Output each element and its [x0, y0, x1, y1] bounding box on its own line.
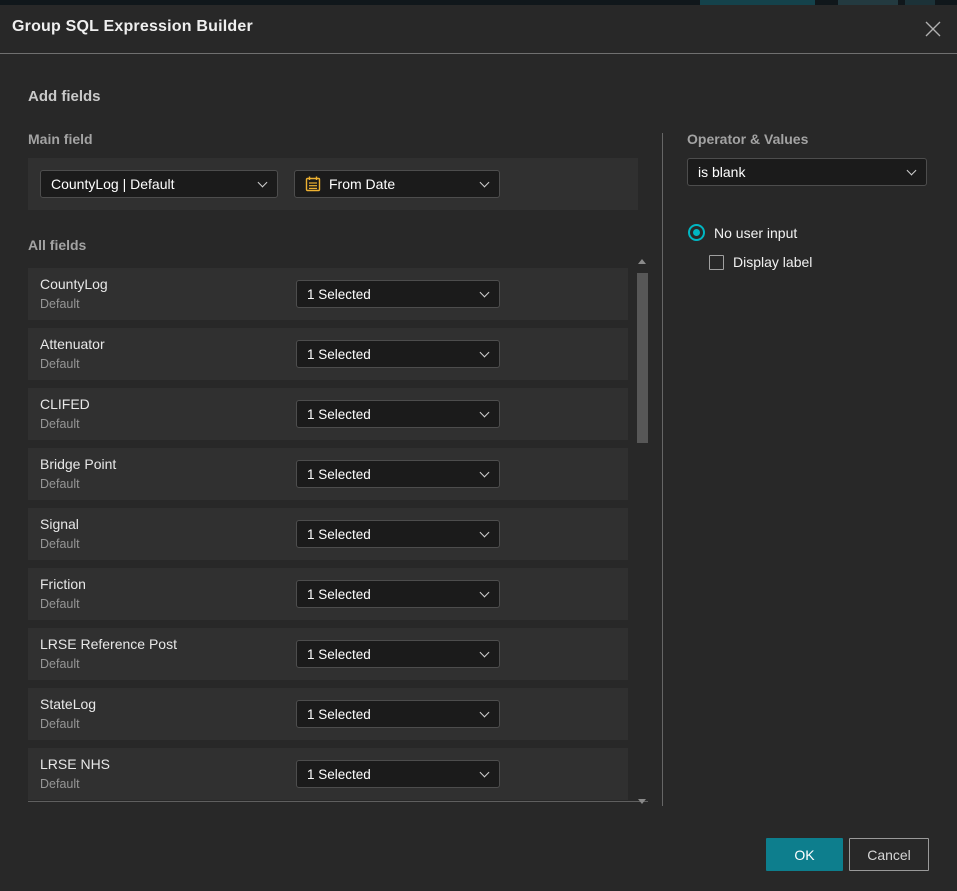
chevron-down-icon: [480, 528, 490, 538]
field-selected-dropdown[interactable]: 1 Selected: [296, 520, 500, 548]
chevron-down-icon: [907, 166, 917, 176]
all-fields-label: All fields: [28, 237, 86, 253]
chevron-down-icon: [480, 768, 490, 778]
field-subtitle: Default: [40, 537, 80, 551]
field-row: LRSE Reference Post Default 1 Selected: [28, 628, 628, 680]
field-subtitle: Default: [40, 297, 80, 311]
field-selected-value: 1 Selected: [307, 707, 371, 722]
field-selected-value: 1 Selected: [307, 347, 371, 362]
add-fields-heading: Add fields: [28, 88, 101, 105]
field-selected-value: 1 Selected: [307, 287, 371, 302]
display-label-checkbox[interactable]: Display label: [709, 254, 812, 270]
field-subtitle: Default: [40, 477, 80, 491]
field-subtitle: Default: [40, 417, 80, 431]
chevron-down-icon: [480, 408, 490, 418]
field-name: CLIFED: [40, 396, 90, 412]
operator-values-heading: Operator & Values: [687, 131, 808, 147]
field-name: Attenuator: [40, 336, 105, 352]
fields-scrollbar[interactable]: [636, 255, 649, 807]
field-name: CountyLog: [40, 276, 108, 292]
main-field-label: Main field: [28, 131, 93, 147]
field-name: Bridge Point: [40, 456, 116, 472]
scroll-up-arrow-icon[interactable]: [638, 259, 646, 264]
field-selected-dropdown[interactable]: 1 Selected: [296, 340, 500, 368]
field-name: LRSE NHS: [40, 756, 110, 772]
field-subtitle: Default: [40, 357, 80, 371]
close-button[interactable]: [920, 16, 946, 42]
field-selected-dropdown[interactable]: 1 Selected: [296, 760, 500, 788]
all-fields-list: CountyLog Default 1 Selected Attenuator …: [28, 268, 628, 808]
display-label-label: Display label: [733, 254, 812, 270]
scroll-down-arrow-icon[interactable]: [638, 799, 646, 804]
screen: Group SQL Expression Builder Add fields …: [0, 0, 957, 891]
chevron-down-icon: [480, 178, 490, 188]
main-field-panel: CountyLog | Default From Date: [28, 158, 638, 210]
field-selected-dropdown[interactable]: 1 Selected: [296, 400, 500, 428]
calendar-icon: [305, 176, 321, 192]
chevron-down-icon: [258, 178, 268, 188]
main-field-layer-value: CountyLog | Default: [51, 176, 175, 192]
ok-button[interactable]: OK: [766, 838, 843, 871]
field-subtitle: Default: [40, 597, 80, 611]
field-selected-dropdown[interactable]: 1 Selected: [296, 700, 500, 728]
checkbox-unchecked-icon: [709, 255, 724, 270]
list-bottom-border: [28, 801, 648, 802]
main-field-field-dropdown[interactable]: From Date: [294, 170, 500, 198]
dialog-header: Group SQL Expression Builder: [0, 5, 957, 54]
field-row: CountyLog Default 1 Selected: [28, 268, 628, 320]
field-name: LRSE Reference Post: [40, 636, 177, 652]
field-row: CLIFED Default 1 Selected: [28, 388, 628, 440]
field-row: Friction Default 1 Selected: [28, 568, 628, 620]
field-selected-dropdown[interactable]: 1 Selected: [296, 640, 500, 668]
radio-selected-icon: [688, 224, 705, 241]
field-subtitle: Default: [40, 717, 80, 731]
field-selected-value: 1 Selected: [307, 647, 371, 662]
main-field-layer-dropdown[interactable]: CountyLog | Default: [40, 170, 278, 198]
field-selected-value: 1 Selected: [307, 467, 371, 482]
chevron-down-icon: [480, 588, 490, 598]
group-sql-expression-builder-dialog: Group SQL Expression Builder Add fields …: [0, 5, 957, 891]
operator-value: is blank: [698, 164, 745, 180]
cancel-button[interactable]: Cancel: [849, 838, 929, 871]
field-selected-dropdown[interactable]: 1 Selected: [296, 460, 500, 488]
field-selected-dropdown[interactable]: 1 Selected: [296, 580, 500, 608]
operator-dropdown[interactable]: is blank: [687, 158, 927, 186]
field-row: Bridge Point Default 1 Selected: [28, 448, 628, 500]
field-subtitle: Default: [40, 657, 80, 671]
chevron-down-icon: [480, 648, 490, 658]
field-name: Signal: [40, 516, 79, 532]
field-selected-value: 1 Selected: [307, 767, 371, 782]
chevron-down-icon: [480, 288, 490, 298]
field-selected-value: 1 Selected: [307, 407, 371, 422]
chevron-down-icon: [480, 468, 490, 478]
close-icon: [923, 19, 943, 39]
field-row: StateLog Default 1 Selected: [28, 688, 628, 740]
chevron-down-icon: [480, 348, 490, 358]
field-row: LRSE NHS Default 1 Selected: [28, 748, 628, 800]
scrollbar-thumb[interactable]: [637, 273, 648, 443]
no-user-input-radio[interactable]: No user input: [688, 224, 797, 241]
field-selected-value: 1 Selected: [307, 527, 371, 542]
field-name: Friction: [40, 576, 86, 592]
main-field-field-value: From Date: [329, 176, 395, 192]
field-row: Attenuator Default 1 Selected: [28, 328, 628, 380]
field-subtitle: Default: [40, 777, 80, 791]
field-selected-dropdown[interactable]: 1 Selected: [296, 280, 500, 308]
field-name: StateLog: [40, 696, 96, 712]
field-selected-value: 1 Selected: [307, 587, 371, 602]
dialog-title: Group SQL Expression Builder: [12, 18, 253, 36]
panel-divider: [662, 133, 663, 806]
field-row: Signal Default 1 Selected: [28, 508, 628, 560]
chevron-down-icon: [480, 708, 490, 718]
no-user-input-label: No user input: [714, 225, 797, 241]
